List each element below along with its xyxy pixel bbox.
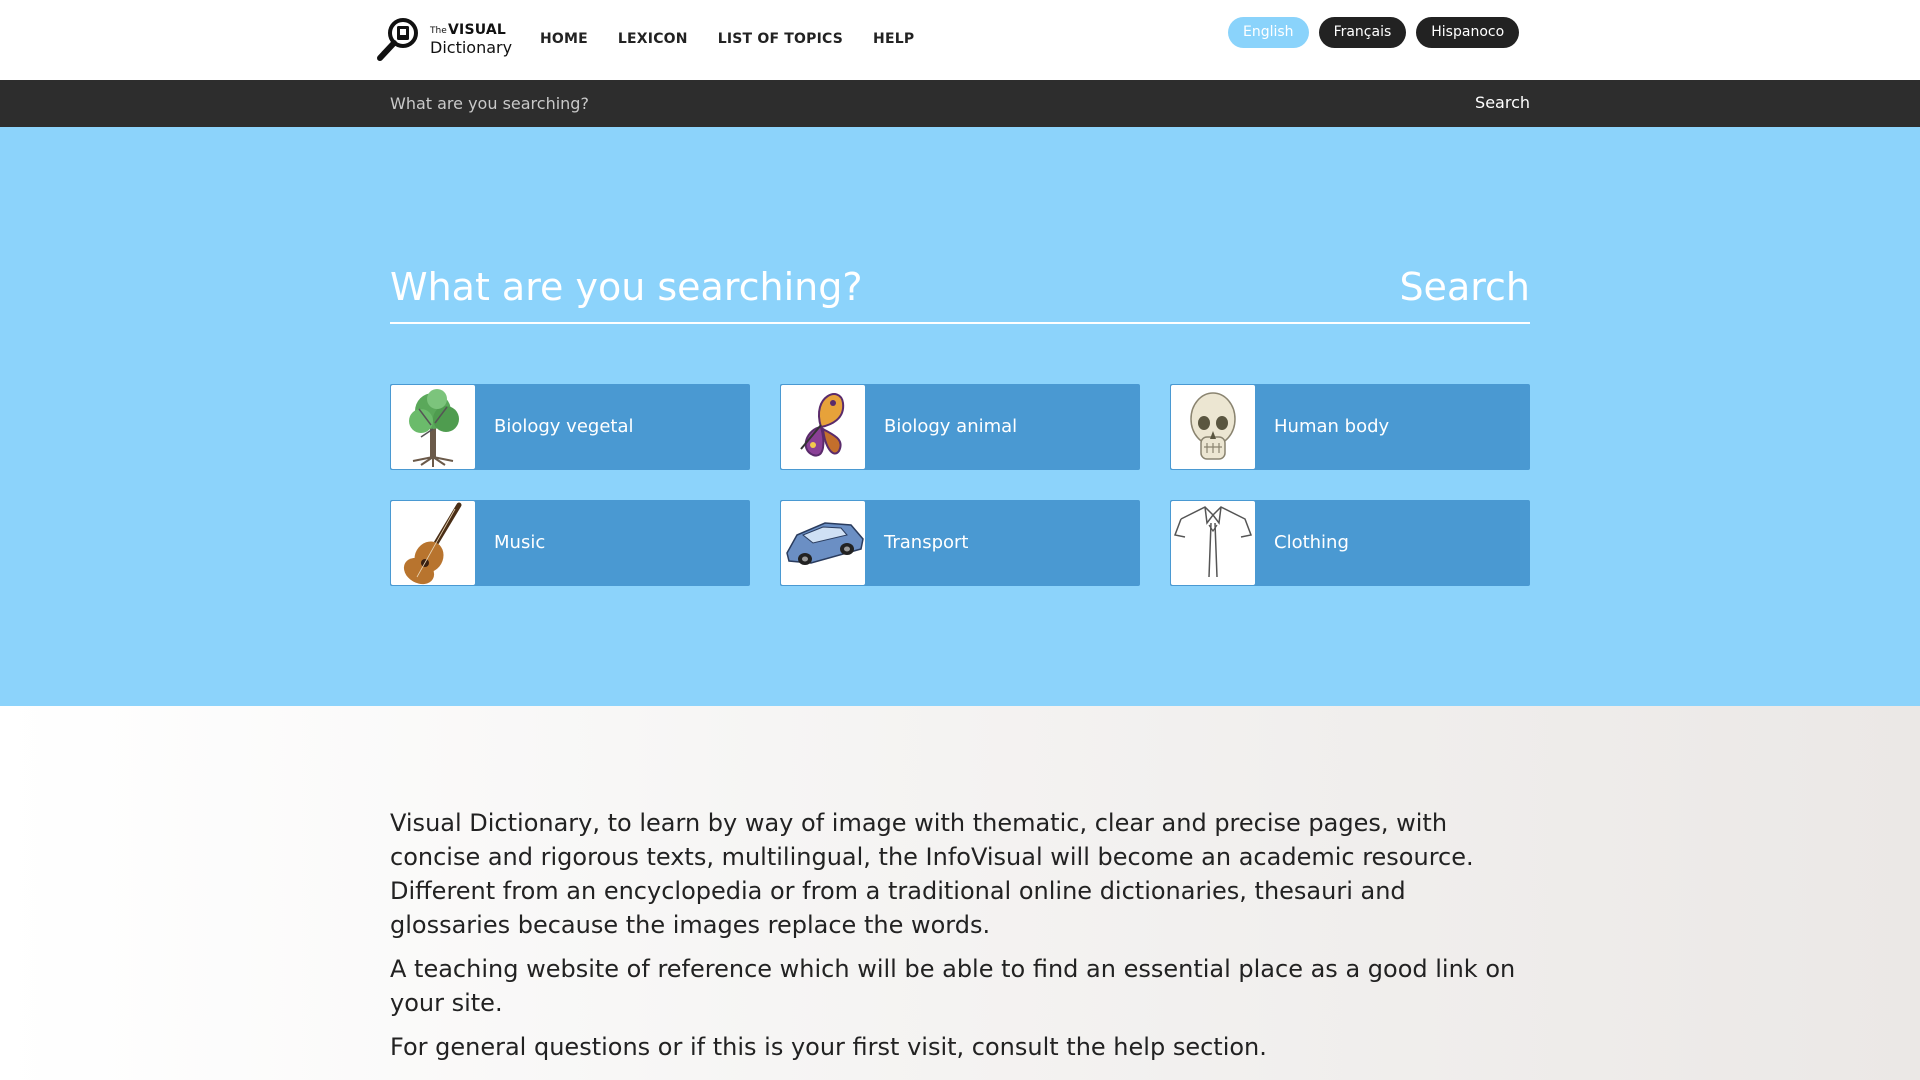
topic-tile-label: Biology animal	[884, 416, 1018, 437]
shirt-icon	[1171, 501, 1255, 585]
top-search-input[interactable]: What are you searching?	[390, 94, 589, 113]
main-nav: HOME LEXICON LIST OF TOPICS HELP	[540, 31, 914, 47]
language-switcher: English Français Hispanoco	[1228, 17, 1520, 48]
topic-tile-label: Clothing	[1274, 532, 1349, 553]
topic-tile-biology-animal[interactable]: Biology animal	[780, 384, 1140, 470]
nav-home[interactable]: HOME	[540, 31, 588, 47]
lang-francais-button[interactable]: Français	[1318, 17, 1407, 48]
nav-list-of-topics[interactable]: LIST OF TOPICS	[718, 31, 843, 47]
site-logo[interactable]: The VISUAL Dictionary	[376, 16, 512, 62]
topic-tile-human-body[interactable]: Human body	[1170, 384, 1530, 470]
intro-paragraph: For general questions or if this is your…	[390, 1033, 1267, 1061]
guitar-icon	[391, 501, 475, 585]
topic-tile-biology-vegetal[interactable]: Biology vegetal	[390, 384, 750, 470]
topic-tile-label: Biology vegetal	[494, 416, 634, 437]
skull-icon	[1171, 385, 1255, 469]
topic-tile-label: Human body	[1274, 416, 1390, 437]
intro-section: Visual Dictionary, to learn by way of im…	[0, 706, 1920, 1080]
logo-text-visual: VISUAL	[448, 22, 507, 38]
tree-icon	[391, 385, 475, 469]
hero-search-input[interactable]: What are you searching?	[390, 265, 863, 309]
topic-tile-music[interactable]: Music	[390, 500, 750, 586]
intro-text: Visual Dictionary, to learn by way of im…	[390, 806, 1530, 1074]
top-search-button[interactable]: Search	[1475, 93, 1530, 112]
lang-english-button[interactable]: English	[1228, 17, 1309, 48]
topic-tile-transport[interactable]: Transport	[780, 500, 1140, 586]
topic-tile-clothing[interactable]: Clothing	[1170, 500, 1530, 586]
hero-section: What are you searching? Search Biology v…	[0, 127, 1920, 706]
logo-text-dictionary: Dictionary	[430, 38, 513, 57]
car-icon	[781, 501, 865, 585]
intro-paragraph: Visual Dictionary, to learn by way of im…	[390, 809, 1474, 939]
magnifier-logo-icon	[377, 18, 418, 61]
topic-tile-label: Transport	[884, 532, 969, 553]
logo-text-the: The	[430, 26, 447, 36]
hero-search: What are you searching? Search	[390, 257, 1530, 324]
lang-hispanoco-button[interactable]: Hispanoco	[1416, 17, 1520, 48]
topic-tile-label: Music	[494, 532, 546, 553]
butterfly-icon	[781, 385, 865, 469]
top-search-bar: What are you searching? Search	[0, 80, 1920, 127]
hero-search-button[interactable]: Search	[1399, 265, 1530, 309]
nav-lexicon[interactable]: LEXICON	[618, 31, 688, 47]
nav-help[interactable]: HELP	[873, 31, 914, 47]
intro-paragraph: A teaching website of reference which wi…	[390, 955, 1516, 1017]
site-header: The VISUAL Dictionary HOME LEXICON LIST …	[0, 0, 1920, 80]
